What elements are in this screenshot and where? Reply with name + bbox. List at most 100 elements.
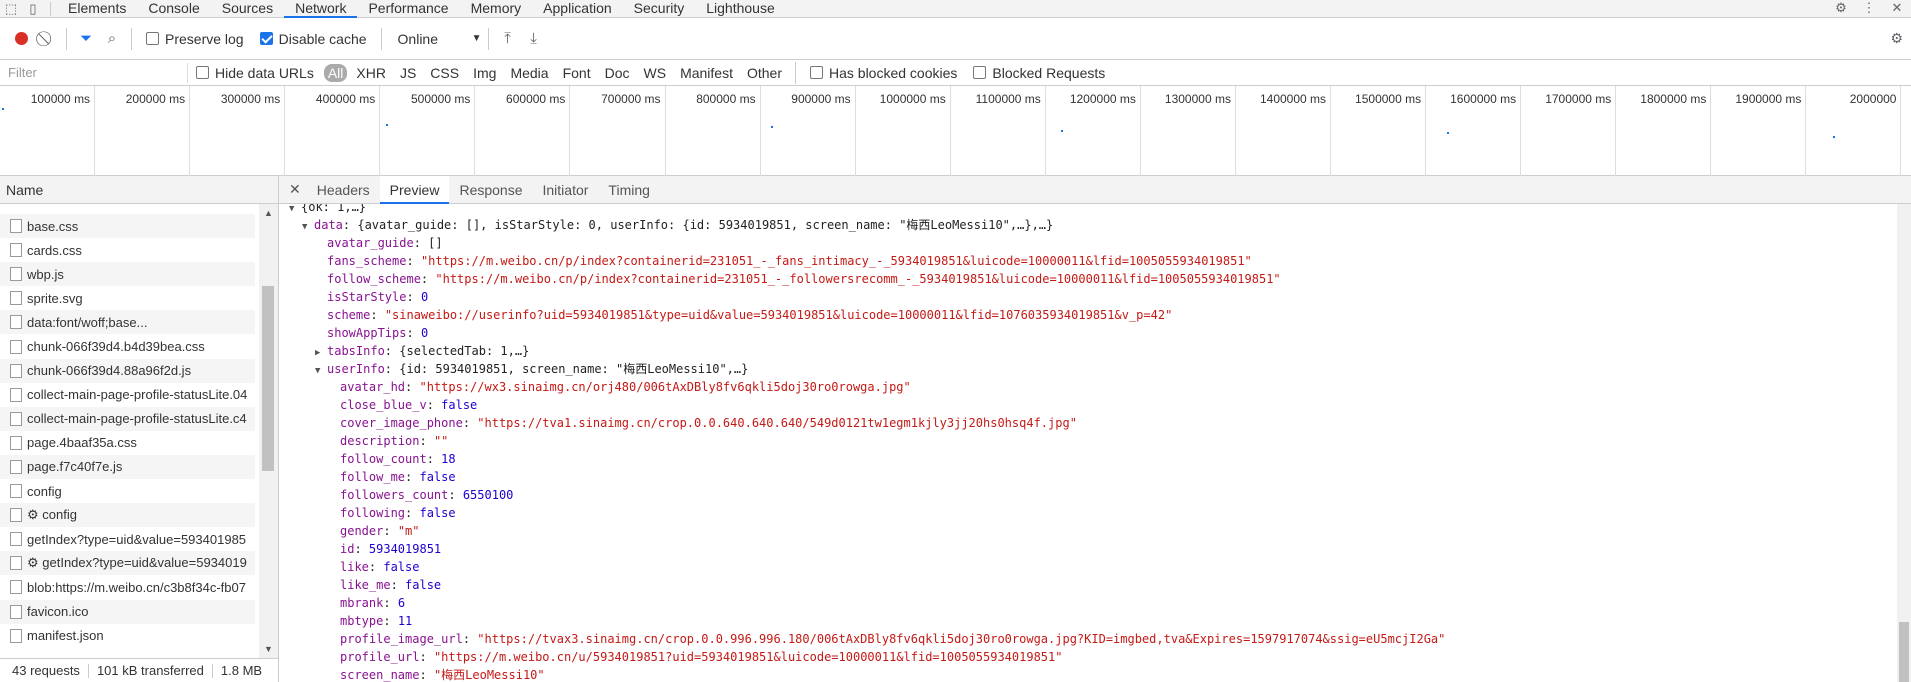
clear-button[interactable]: ⃠: [34, 26, 60, 52]
detail-tab-timing[interactable]: Timing: [598, 176, 660, 204]
request-row[interactable]: chunk-066f39d4.b4d39bea.css: [0, 334, 255, 358]
close-detail-icon[interactable]: ✕: [289, 181, 301, 198]
more-options-icon[interactable]: ⋮: [1855, 0, 1883, 16]
filter-type-media[interactable]: Media: [505, 64, 553, 82]
request-row[interactable]: getIndex?type=uid&value=593401985: [0, 527, 255, 551]
colon: :: [406, 290, 421, 304]
json-line[interactable]: ▶ tabsInfo: {selectedTab: 1,…}: [289, 342, 1911, 360]
filter-toggle-button[interactable]: ⏷: [73, 26, 99, 52]
record-button[interactable]: [8, 26, 34, 52]
expanded-triangle-icon[interactable]: ▼: [302, 218, 314, 236]
json-key: following: [340, 506, 406, 520]
json-line: gender: "m": [289, 522, 1911, 540]
request-row[interactable]: manifest.json: [0, 624, 255, 648]
tab-network[interactable]: Network: [284, 0, 358, 18]
filter-input[interactable]: [4, 62, 188, 83]
export-har-button[interactable]: ⤓: [521, 26, 547, 52]
tab-application[interactable]: Application: [532, 0, 623, 18]
settings-gear-icon[interactable]: ⚙: [1827, 0, 1855, 16]
request-row[interactable]: favicon.ico: [0, 599, 255, 624]
network-settings-gear-icon[interactable]: ⚙: [1890, 30, 1903, 47]
scroll-down-icon[interactable]: ▼: [264, 644, 273, 654]
tab-elements[interactable]: Elements: [57, 0, 137, 18]
request-list-pane: Name base.css cards.css wbp.js sprite.svg da…: [0, 176, 279, 682]
filter-type-css[interactable]: CSS: [425, 64, 464, 82]
preserve-log-checkbox[interactable]: Preserve log: [146, 31, 244, 47]
tab-performance[interactable]: Performance: [357, 0, 459, 18]
filter-type-ws[interactable]: WS: [639, 64, 672, 82]
blocked-requests-label: Blocked Requests: [992, 64, 1106, 81]
scroll-up-icon[interactable]: ▲: [264, 208, 273, 218]
inspect-element-icon[interactable]: ⬚: [0, 1, 22, 17]
hide-data-urls-checkbox[interactable]: Hide data URLs: [196, 65, 314, 81]
json-line: followers_count: 6550100: [289, 486, 1911, 504]
request-row[interactable]: collect-main-page-profile-statusLite.04: [0, 383, 255, 407]
request-row[interactable]: cards.css: [0, 238, 255, 262]
name-column-header[interactable]: Name: [0, 176, 278, 204]
has-blocked-cookies-label: Has blocked cookies: [829, 64, 958, 81]
tab-sources[interactable]: Sources: [211, 0, 284, 18]
scrollbar-thumb[interactable]: [262, 286, 274, 471]
json-line: id: 5934019851: [289, 540, 1911, 558]
request-row[interactable]: chunk-066f39d4.88a96f2d.js: [0, 358, 255, 383]
request-row[interactable]: sprite.svg: [0, 286, 255, 310]
json-line[interactable]: ▼ userInfo: {id: 5934019851, screen_name:…: [289, 360, 1911, 378]
network-overview-timeline[interactable]: 100000 ms 200000 ms 300000 ms 400000 ms 5000…: [0, 86, 1911, 176]
colon: :: [462, 632, 478, 646]
filter-type-other[interactable]: Other: [742, 64, 787, 82]
disable-cache-checkbox[interactable]: Disable cache: [259, 30, 367, 47]
request-row[interactable]: data:font/woff;base...: [0, 310, 255, 335]
json-value: false: [405, 578, 442, 592]
filter-type-all[interactable]: All: [323, 63, 348, 82]
scrollbar-thumb[interactable]: [1899, 622, 1909, 682]
divider: [50, 1, 51, 16]
filter-type-js[interactable]: JS: [395, 64, 421, 82]
search-button[interactable]: ⌕: [99, 26, 125, 52]
detail-tab-initiator[interactable]: Initiator: [533, 176, 599, 204]
request-row[interactable]: ⚙ config: [0, 503, 255, 528]
tab-memory[interactable]: Memory: [460, 0, 533, 18]
tab-lighthouse[interactable]: Lighthouse: [695, 0, 786, 18]
detail-tab-response[interactable]: Response: [449, 176, 532, 204]
divider: [87, 663, 89, 678]
json-line[interactable]: ▼ data: {avatar_guide: [], isStarStyle: 0…: [289, 216, 1911, 234]
status-bar: 43 requests 101 kB transferred 1.8 MB: [0, 658, 278, 682]
has-blocked-cookies-checkbox[interactable]: Has blocked cookies: [810, 65, 957, 81]
json-value: 6: [397, 596, 406, 610]
timeline-tick: 900000 ms: [761, 86, 856, 176]
throttling-select[interactable]: Online ▼: [398, 31, 482, 47]
tab-console[interactable]: Console: [137, 0, 210, 18]
request-list-scrollbar[interactable]: ▲ ▼: [259, 204, 278, 658]
request-row[interactable]: ⚙ getIndex?type=uid&value=5934019: [0, 551, 255, 576]
json-line: screen_name: "梅西LeoMessi10": [289, 666, 1911, 682]
detail-tab-preview[interactable]: Preview: [379, 175, 450, 204]
filter-type-doc[interactable]: Doc: [600, 64, 635, 82]
json-value: {ok: 1,…}: [301, 204, 367, 214]
filter-type-manifest[interactable]: Manifest: [675, 64, 738, 82]
blocked-requests-checkbox[interactable]: Blocked Requests: [973, 65, 1105, 81]
json-preview: ▼ {ok: 1,…} ▼ data: {avatar_guide: [], isSt…: [279, 204, 1911, 682]
disable-cache-label: Disable cache: [278, 30, 367, 47]
request-row[interactable]: config: [0, 479, 255, 503]
tab-security[interactable]: Security: [623, 0, 696, 18]
json-value: "": [433, 434, 449, 448]
filter-type-img[interactable]: Img: [468, 64, 501, 82]
import-har-button[interactable]: ⤒: [495, 26, 521, 52]
filter-type-xhr[interactable]: XHR: [351, 64, 391, 82]
expanded-triangle-icon[interactable]: ▼: [289, 204, 301, 218]
colon: :: [426, 398, 442, 412]
resource-type-filters: All XHR JS CSS Img Media Font Doc WS Manifest Othe…: [322, 63, 789, 82]
preview-scrollbar[interactable]: [1897, 204, 1911, 682]
request-row[interactable]: collect-main-page-profile-statusLite.c4: [0, 406, 255, 431]
close-devtools-icon[interactable]: ✕: [1883, 0, 1911, 16]
request-row[interactable]: page.4baaf35a.css: [0, 431, 255, 455]
request-row[interactable]: base.css: [0, 214, 255, 239]
json-line[interactable]: ▼ {ok: 1,…}: [289, 204, 1911, 216]
filter-type-font[interactable]: Font: [558, 64, 596, 82]
request-row[interactable]: blob:https://m.weibo.cn/c3b8f34c-fb07: [0, 575, 255, 599]
request-row[interactable]: wbp.js: [0, 262, 255, 287]
detail-tab-headers[interactable]: Headers: [307, 176, 380, 204]
expanded-triangle-icon[interactable]: ▼: [315, 362, 327, 380]
request-row[interactable]: page.f7c40f7e.js: [0, 454, 255, 480]
device-toolbar-icon[interactable]: ▯: [22, 1, 44, 17]
